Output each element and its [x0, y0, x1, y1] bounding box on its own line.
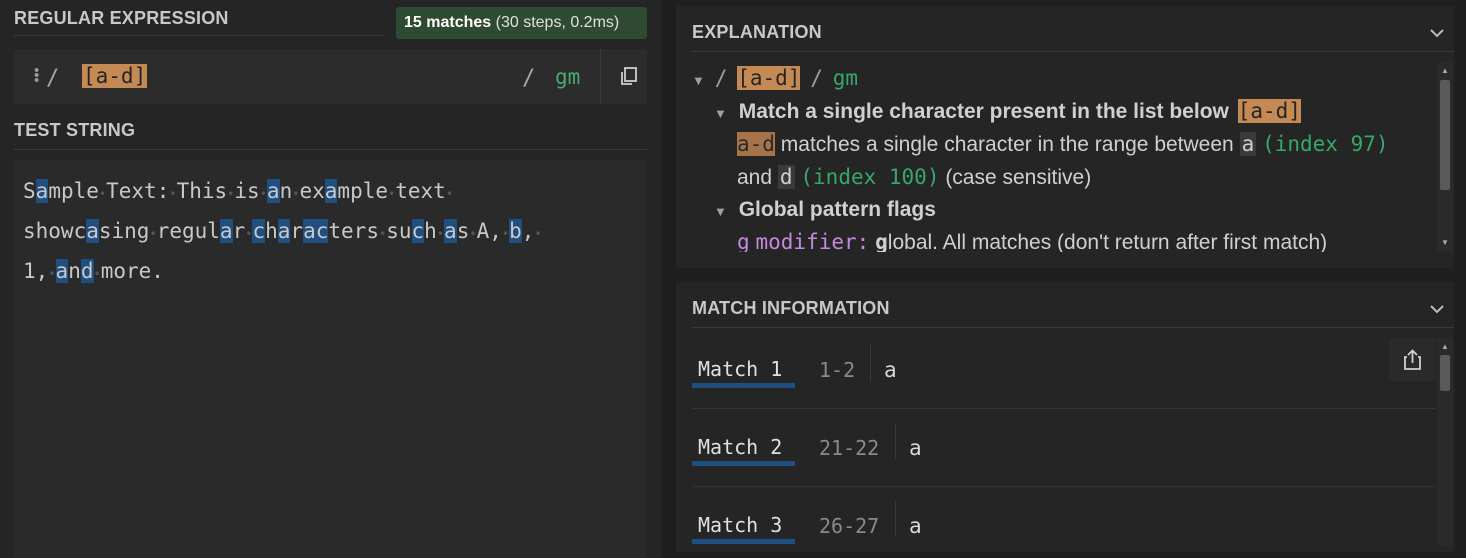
- exp-root-slash-close: /: [810, 66, 823, 90]
- match-info-underline: [692, 327, 1454, 328]
- match-range: 26-27: [819, 514, 880, 538]
- explanation-title: EXPLANATION: [692, 22, 822, 42]
- test-line-3: 1,•and•more.: [23, 259, 164, 283]
- pane-divider[interactable]: [662, 0, 676, 558]
- match-separator: [870, 345, 871, 381]
- test-string-editor[interactable]: Sample•Text:•This•is•an•example•text• sh…: [14, 160, 647, 558]
- match-underline: [692, 461, 795, 466]
- match-label[interactable]: Match 3: [698, 513, 782, 537]
- exp-item1-token: [a-d]: [1237, 99, 1301, 123]
- exp-range-from: a: [1239, 132, 1257, 156]
- test-line-1: Sample•Text:•This•is•an•example•text•: [23, 179, 454, 203]
- test-section-title: TEST STRING: [14, 120, 136, 140]
- match-info-title: MATCH INFORMATION: [692, 298, 890, 318]
- exp-root-flags: gm: [832, 66, 859, 90]
- exp-range-from-index: (index 97): [1262, 132, 1389, 156]
- match-range: 1-2: [819, 358, 856, 382]
- match-value: a: [884, 358, 897, 382]
- exp-item2-title: Global pattern flags: [738, 198, 936, 221]
- match-count-badge: 15 matches (30 steps, 0.2ms): [396, 7, 647, 39]
- exp-range-token: a-d: [737, 132, 775, 156]
- triangle-down-icon[interactable]: ▼: [692, 73, 705, 88]
- scroll-up-icon[interactable]: ▲: [1441, 66, 1449, 75]
- exp-flag-g: g: [737, 230, 750, 252]
- triangle-down-icon[interactable]: ▼: [714, 106, 727, 121]
- match-row[interactable]: Match 3 26-27 a: [692, 487, 1436, 547]
- explanation-tree: ▼ / [a-d] / gm ▼ Match a single characte…: [692, 62, 1427, 252]
- match-row[interactable]: Match 1 1-2 a: [692, 331, 1436, 409]
- export-icon: [1404, 349, 1421, 370]
- exp-range-to-index: (index 100): [800, 165, 940, 189]
- exp-and: and: [737, 166, 773, 189]
- match-label[interactable]: Match 1: [698, 357, 782, 381]
- exp-item1-title: Match a single character present in the …: [738, 100, 1229, 123]
- chevron-down-icon[interactable]: [1430, 302, 1444, 316]
- left-pane: REGULAR EXPRESSION 15 matches (30 steps,…: [0, 0, 662, 558]
- explanation-scrollbar-thumb[interactable]: [1440, 80, 1450, 190]
- exp-flag-first: g: [875, 230, 888, 252]
- test-line-2: showcasing•regular•characters•such•as•A,…: [23, 219, 542, 243]
- copy-icon[interactable]: [620, 67, 638, 85]
- match-separator: [895, 423, 896, 459]
- match-row[interactable]: Match 2 21-22 a: [692, 409, 1436, 487]
- scroll-up-icon[interactable]: ▲: [1441, 342, 1449, 351]
- exp-flag-label: modifier:: [755, 230, 870, 252]
- match-info-scrollbar-thumb[interactable]: [1440, 355, 1450, 391]
- copy-separator: [600, 49, 601, 104]
- regex-title-underline: [14, 35, 384, 36]
- regex-open-delimiter: /: [46, 66, 60, 91]
- regex-close-delimiter: /: [522, 66, 536, 91]
- match-underline: [692, 383, 795, 388]
- match-separator: [895, 501, 896, 537]
- match-range: 21-22: [819, 436, 880, 460]
- exp-range-text: matches a single character in the range …: [780, 133, 1234, 156]
- exp-root-pattern: [a-d]: [737, 66, 801, 90]
- export-button[interactable]: [1389, 338, 1436, 381]
- regex-pattern: [a-d]: [82, 64, 148, 88]
- exp-flag-desc: lobal. All matches (don't return after f…: [887, 231, 1328, 252]
- triangle-down-icon[interactable]: ▼: [714, 204, 727, 219]
- badge-count: 15 matches: [404, 14, 492, 31]
- explanation-underline: [692, 51, 1454, 52]
- badge-detail: (30 steps, 0.2ms): [495, 14, 620, 31]
- regex-flags[interactable]: gm: [555, 65, 580, 89]
- regex-input-box[interactable]: • • • / [a-d] / gm: [14, 49, 647, 104]
- test-title-underline: [14, 149, 647, 150]
- regex-section-title: REGULAR EXPRESSION: [14, 8, 229, 28]
- regex-input[interactable]: [a-d]: [82, 63, 148, 89]
- match-underline: [692, 539, 795, 544]
- exp-root-slash: /: [714, 66, 728, 90]
- chevron-down-icon[interactable]: [1430, 26, 1444, 40]
- match-value: a: [909, 436, 922, 460]
- match-label[interactable]: Match 2: [698, 435, 782, 459]
- drag-handle-icon[interactable]: • • •: [34, 63, 39, 88]
- match-value: a: [909, 514, 922, 538]
- scroll-down-icon[interactable]: ▼: [1441, 238, 1449, 247]
- test-string-text[interactable]: Sample•Text:•This•is•an•example•text• sh…: [23, 173, 542, 293]
- exp-range-to: d: [777, 165, 795, 189]
- exp-case-note: (case sensitive): [945, 166, 1092, 189]
